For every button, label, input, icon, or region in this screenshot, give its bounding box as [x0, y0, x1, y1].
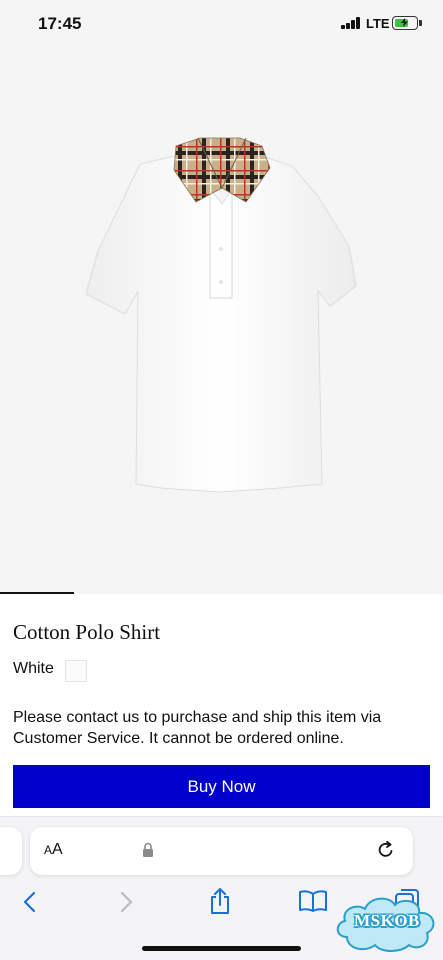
network-type: LTE	[366, 16, 390, 31]
product-image[interactable]	[0, 46, 443, 594]
text-size-button[interactable]: AA	[44, 841, 63, 859]
status-time: 17:45	[38, 14, 82, 33]
watermark-text: MSKOB	[354, 911, 420, 930]
product-details: Cotton Polo Shirt White Please contact u…	[0, 594, 443, 820]
share-icon[interactable]	[208, 887, 232, 920]
lock-icon	[142, 842, 154, 863]
color-label: White	[13, 660, 54, 677]
product-title: Cotton Polo Shirt	[13, 620, 161, 644]
color-swatch-white[interactable]	[65, 660, 87, 682]
back-icon[interactable]	[22, 891, 38, 918]
home-indicator	[142, 946, 301, 951]
battery-cap	[419, 20, 422, 26]
battery-icon	[392, 16, 418, 30]
reload-icon[interactable]	[376, 840, 396, 865]
forward-icon[interactable]	[118, 891, 134, 918]
status-bar: 17:45 LTE	[0, 0, 443, 46]
buy-now-button[interactable]: Buy Now	[13, 765, 430, 808]
address-bar[interactable]: AA	[30, 827, 413, 875]
bookmarks-icon[interactable]	[298, 889, 328, 918]
previous-tab-preview[interactable]	[0, 827, 22, 875]
watermark-badge: MSKOB	[333, 893, 441, 955]
signal-icon	[341, 17, 361, 29]
polo-shirt-icon	[85, 137, 357, 493]
purchase-notice: Please contact us to purchase and ship t…	[13, 709, 382, 747]
